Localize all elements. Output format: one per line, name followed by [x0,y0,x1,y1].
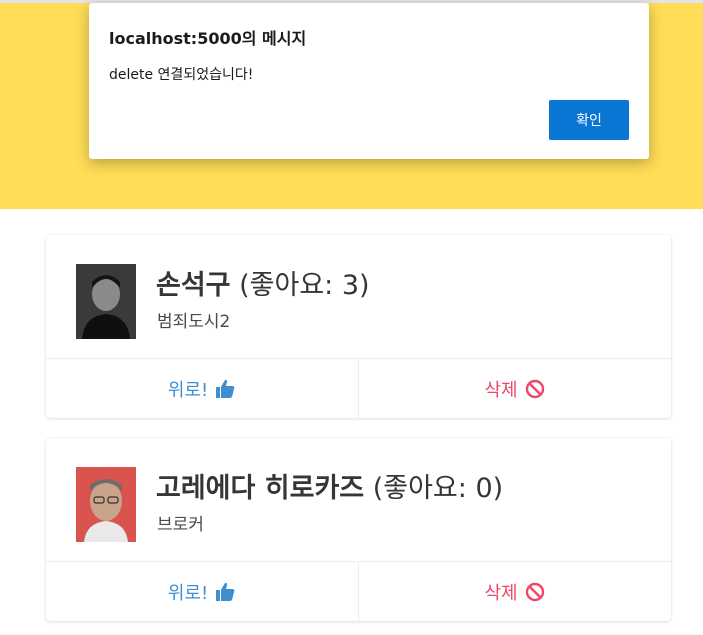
thumbs-up-icon [214,378,236,400]
delete-label: 삭제 [484,582,518,604]
dialog-message: delete 연결되었습니다! [109,67,254,83]
thumbs-up-icon [214,581,236,603]
star-name-heading: 손석구 (좋아요: 3) [156,263,370,302]
like-label: 위로! [167,582,209,604]
avatar [76,264,136,339]
like-count: (좋아요: 0) [372,473,504,504]
like-button[interactable]: 위로! [46,562,358,621]
like-button[interactable]: 위로! [46,359,358,418]
card-footer: 위로! 삭제 [46,561,671,621]
star-name-heading: 고레에다 히로카즈 (좋아요: 0) [156,466,503,505]
star-card: 손석구 (좋아요: 3) 범죄도시2 위로! 삭제 [46,235,671,418]
avatar [76,467,136,542]
star-name: 고레에다 히로카즈 [156,473,365,504]
card-footer: 위로! 삭제 [46,358,671,418]
like-label: 위로! [167,379,209,401]
star-card: 고레에다 히로카즈 (좋아요: 0) 브로커 위로! 삭제 [46,438,671,621]
ok-button[interactable]: 확인 [549,100,629,140]
ban-icon [524,581,546,603]
movie-title: 범죄도시2 [157,312,231,332]
star-name: 손석구 [156,270,231,301]
delete-button[interactable]: 삭제 [358,359,671,418]
alert-dialog: localhost:5000의 메시지 delete 연결되었습니다! 확인 [89,3,649,159]
movie-title: 브로커 [157,515,204,535]
delete-label: 삭제 [484,379,518,401]
like-count: (좋아요: 3) [239,270,370,301]
ban-icon [524,378,546,400]
delete-button[interactable]: 삭제 [358,562,671,621]
dialog-title: localhost:5000의 메시지 [109,29,307,48]
